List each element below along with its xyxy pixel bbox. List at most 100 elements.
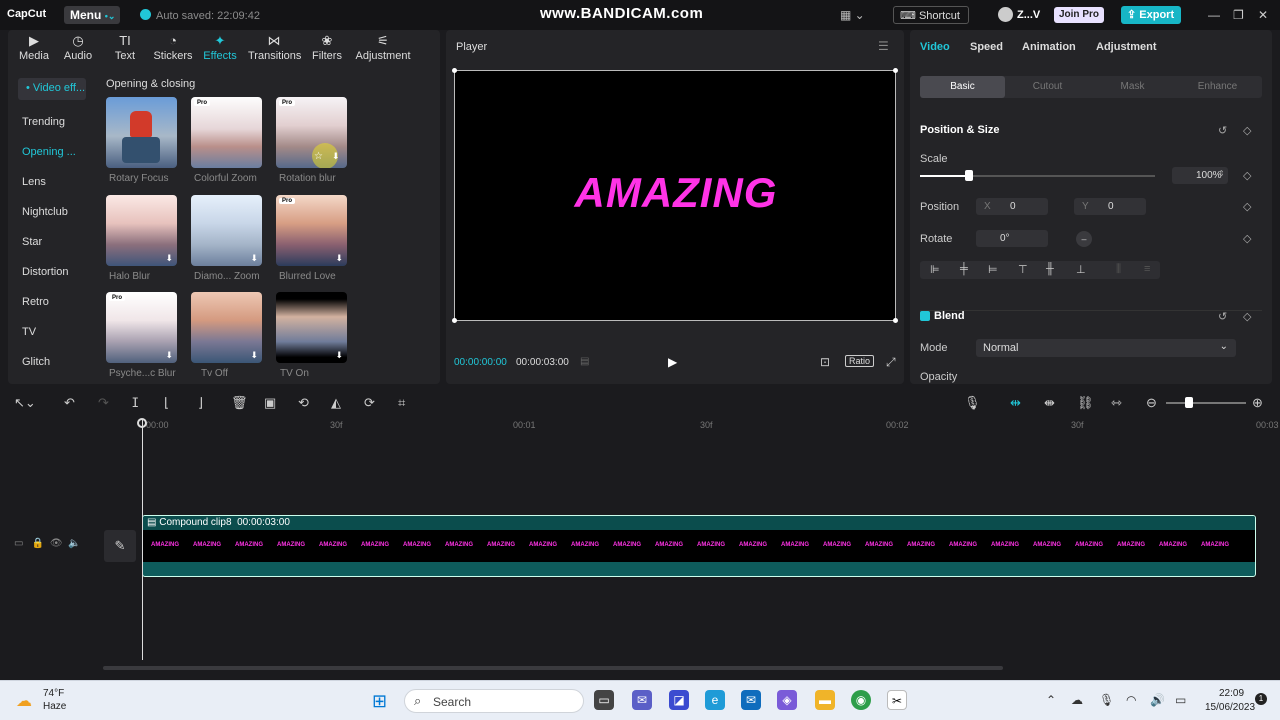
download-icon[interactable]: ⬇ — [332, 151, 340, 162]
blend-heading[interactable]: Blend — [934, 310, 965, 322]
split-left-icon[interactable]: ⌊ — [164, 395, 169, 411]
reset-icon[interactable]: ↺ — [1218, 310, 1227, 323]
distribute-h-icon[interactable]: ⫼ — [1116, 263, 1121, 276]
crop-icon[interactable]: ⌗ — [398, 395, 405, 411]
fullscreen-icon[interactable]: ⤢ — [886, 355, 896, 370]
play-icon[interactable]: ▶ — [668, 355, 677, 369]
keyframe-icon[interactable]: ◇ — [1243, 169, 1251, 182]
preview-axis-icon[interactable]: ⇿ — [1111, 395, 1122, 411]
inspector-tab-speed[interactable]: Speed — [970, 41, 1003, 53]
blend-mode-select[interactable]: Normal ⌄ — [976, 339, 1236, 357]
tab-effects[interactable]: ✦ Effects — [194, 32, 246, 68]
user-name[interactable]: Z...V — [1017, 9, 1040, 21]
export-button[interactable]: ⇪ Export — [1121, 6, 1181, 24]
inspector-tab-animation[interactable]: Animation — [1022, 41, 1076, 53]
weather-temp[interactable]: 74°F — [43, 688, 64, 699]
tab-filters[interactable]: ❀ Filters — [301, 32, 353, 68]
resize-handle[interactable] — [893, 68, 898, 73]
zoom-slider-handle[interactable] — [1185, 397, 1193, 408]
delete-icon[interactable]: 🗑 — [231, 395, 248, 411]
download-icon[interactable]: ⬇ — [165, 253, 173, 264]
subtab-basic[interactable]: Basic — [920, 76, 1005, 98]
star-icon[interactable]: ☆ — [314, 151, 323, 162]
effect-thumb-blurred-love[interactable]: Pro ⬇ — [276, 195, 347, 266]
category-item[interactable]: Lens — [22, 176, 46, 188]
tab-stickers[interactable]: ◔ Stickers — [147, 32, 199, 68]
category-item[interactable]: Opening ... — [22, 146, 76, 158]
playhead-handle[interactable] — [137, 418, 147, 428]
timeline-grid-icon[interactable]: ▤ — [580, 356, 589, 367]
align-center-v-icon[interactable]: ╫ — [1046, 263, 1054, 275]
microphone-icon[interactable]: 🎙 — [1099, 693, 1114, 707]
position-x-field[interactable]: X0 — [976, 198, 1048, 215]
weather-icon[interactable]: ☁ — [16, 691, 32, 711]
chevron-up-icon[interactable]: ⌃ — [1046, 693, 1056, 707]
tab-adjustment[interactable]: ⚟ Adjustment — [352, 32, 414, 68]
category-item[interactable]: Trending — [22, 116, 65, 128]
edge-icon[interactable]: e — [705, 690, 725, 710]
resize-handle[interactable] — [893, 318, 898, 323]
align-left-icon[interactable]: ⊫ — [930, 263, 940, 276]
effect-thumb-diamond-zoom[interactable]: ⬇ — [191, 195, 262, 266]
subtab-cutout[interactable]: Cutout — [1005, 76, 1090, 98]
eye-icon[interactable]: 👁 — [50, 538, 63, 549]
edit-cover-button[interactable]: ✎ — [104, 530, 136, 562]
effect-thumb-colorful-zoom[interactable]: Pro — [191, 97, 262, 168]
undo-icon[interactable]: ↶ — [64, 395, 75, 411]
scale-slider-handle[interactable] — [965, 170, 973, 181]
download-icon[interactable]: ⬇ — [250, 253, 258, 264]
notification-badge[interactable]: 1 — [1255, 693, 1267, 705]
clock-time[interactable]: 22:09 — [1219, 688, 1244, 699]
keyframe-icon[interactable]: ◇ — [1243, 124, 1251, 137]
category-item[interactable]: Glitch — [22, 356, 50, 368]
speaker-icon[interactable]: 🔈 — [68, 538, 80, 549]
align-right-icon[interactable]: ⊨ — [988, 263, 998, 276]
windows-start-icon[interactable]: ⊞ — [372, 691, 387, 712]
resize-handle[interactable] — [452, 318, 457, 323]
ratio-button[interactable]: Ratio — [845, 355, 875, 367]
inspector-tab-video[interactable]: Video — [920, 41, 950, 53]
category-item[interactable]: TV — [22, 326, 36, 338]
split-icon[interactable]: ⵊ — [132, 395, 139, 411]
copilot-icon[interactable]: ◈ — [777, 690, 797, 710]
teams-icon[interactable]: ✉ — [632, 690, 652, 710]
timeline-clip[interactable]: ▤ Compound clip8 00:00:03:00 AMAZING AMA… — [142, 515, 1256, 577]
join-pro-button[interactable]: Join Pro — [1054, 7, 1104, 23]
download-icon[interactable]: ⬇ — [335, 350, 343, 361]
tab-transitions[interactable]: ⋈ Transitions — [248, 32, 301, 68]
redo-icon[interactable]: ↷ — [98, 395, 109, 411]
wifi-icon[interactable]: ◠ — [1126, 693, 1136, 707]
playhead[interactable] — [142, 420, 143, 660]
weather-condition[interactable]: Haze — [43, 701, 66, 712]
task-view-icon[interactable]: ▭ — [594, 690, 614, 710]
keyframe-icon[interactable]: ◇ — [1243, 200, 1251, 213]
preview-canvas[interactable]: AMAZING — [452, 68, 898, 323]
battery-icon[interactable]: ▭ — [1175, 693, 1186, 707]
reset-icon[interactable]: ↺ — [1218, 124, 1227, 137]
position-size-heading[interactable]: Position & Size — [920, 124, 999, 136]
category-item[interactable]: Nightclub — [22, 206, 68, 218]
fit-screen-icon[interactable]: ⊡ — [820, 355, 830, 369]
rotate-dial-icon[interactable]: – — [1076, 231, 1092, 247]
subtab-enhance[interactable]: Enhance — [1175, 76, 1260, 98]
stepper-icon[interactable]: ⇕ — [1218, 169, 1225, 178]
zoom-in-icon[interactable]: ⊕ — [1252, 395, 1263, 411]
taskbar-search[interactable]: ⌕ Search — [404, 689, 584, 713]
distribute-v-icon[interactable]: ≡ — [1144, 263, 1150, 275]
network-cloud-icon[interactable]: ☁ — [1071, 693, 1083, 707]
effect-thumb-tv-off[interactable]: ⬇ — [191, 292, 262, 363]
volume-icon[interactable]: 🔊 — [1150, 693, 1165, 707]
subtab-mask[interactable]: Mask — [1090, 76, 1175, 98]
category-item[interactable]: Retro — [22, 296, 49, 308]
avatar[interactable] — [998, 7, 1013, 22]
rotate-icon[interactable]: ⟳ — [364, 395, 375, 411]
blend-checkbox[interactable] — [920, 311, 930, 321]
category-item[interactable]: Star — [22, 236, 42, 248]
rotate-input[interactable]: 0° — [976, 230, 1048, 247]
lock-icon[interactable]: 🔒 — [32, 538, 44, 549]
download-icon[interactable]: ⬇ — [165, 350, 173, 361]
mail-icon[interactable]: ✉ — [741, 690, 761, 710]
close-icon[interactable]: ✕ — [1258, 8, 1268, 22]
chrome-icon[interactable]: ◉ — [851, 690, 871, 710]
keyframe-icon[interactable]: ◇ — [1243, 232, 1251, 245]
